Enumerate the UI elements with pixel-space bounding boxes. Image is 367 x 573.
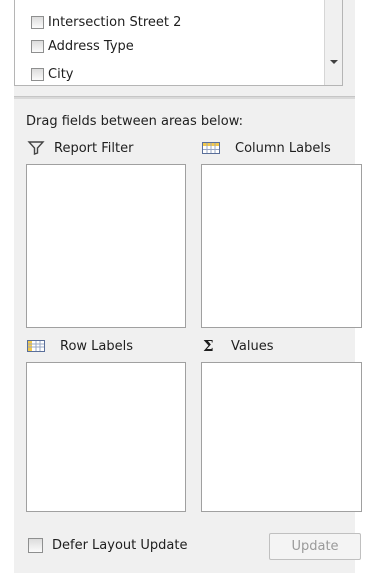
field-list-scrollbar[interactable]: [324, 0, 342, 85]
report-filter-header: Report Filter: [26, 139, 133, 157]
field-label: Intersection Street 2: [48, 14, 182, 30]
row-labels-label: Row Labels: [60, 338, 134, 354]
drag-fields-instructions: Drag fields between areas below:: [26, 114, 244, 129]
field-list[interactable]: Intersection Street 2 Address Type City: [14, 0, 343, 86]
column-labels-header: Column Labels: [201, 139, 331, 157]
field-label: Address Type: [48, 38, 134, 54]
defer-layout-update-row[interactable]: Defer Layout Update: [28, 538, 187, 553]
values-label: Values: [231, 338, 274, 354]
row-labels-icon: [27, 340, 45, 352]
field-item-intersection-street-2[interactable]: Intersection Street 2: [31, 12, 181, 32]
field-item-city[interactable]: City: [31, 64, 73, 84]
filter-icon: [27, 141, 45, 155]
update-button[interactable]: Update: [269, 533, 361, 560]
panel-splitter[interactable]: [14, 96, 355, 99]
scroll-down-arrow-icon[interactable]: [330, 60, 338, 64]
field-checkbox[interactable]: [31, 15, 44, 29]
report-filter-label: Report Filter: [54, 140, 134, 156]
field-checkbox[interactable]: [31, 67, 44, 81]
values-drop-area[interactable]: [201, 362, 362, 512]
defer-layout-update-label: Defer Layout Update: [52, 538, 188, 553]
field-label: City: [48, 66, 74, 82]
column-labels-label: Column Labels: [235, 140, 331, 156]
row-labels-header: Row Labels: [26, 337, 133, 355]
defer-layout-update-checkbox[interactable]: [28, 538, 43, 553]
row-labels-drop-area[interactable]: [26, 362, 186, 512]
field-item-address-type[interactable]: Address Type: [31, 36, 134, 56]
column-labels-icon: [202, 142, 220, 154]
values-header: Σ Values: [203, 337, 273, 355]
report-filter-drop-area[interactable]: [26, 164, 186, 328]
field-checkbox[interactable]: [31, 39, 44, 53]
column-labels-drop-area[interactable]: [201, 164, 362, 328]
sigma-icon: Σ: [203, 337, 214, 355]
